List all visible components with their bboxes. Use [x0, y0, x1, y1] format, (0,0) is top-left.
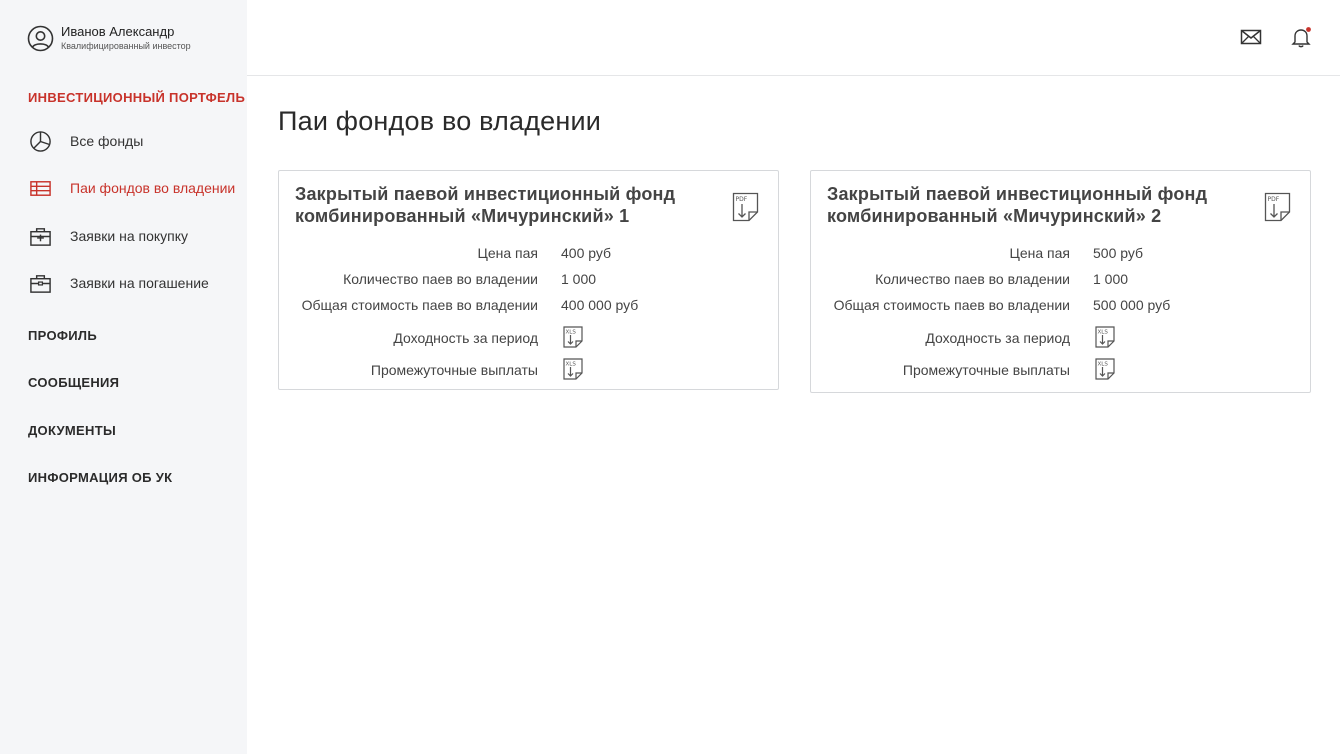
fund-card: Закрытый паевой инвестиционный фонд комб…: [810, 170, 1311, 393]
svg-text:PDF: PDF: [1268, 196, 1280, 203]
total-row: Общая стоимость паев во владении 400 000…: [279, 295, 778, 317]
sidebar-item-label: Заявки на погашение: [70, 275, 209, 291]
svg-text:XLS: XLS: [566, 330, 577, 336]
sidebar-item-all-funds[interactable]: Все фонды: [28, 128, 143, 154]
xls-download-icon[interactable]: XLS: [1095, 358, 1115, 380]
price-label: Цена пая: [1009, 245, 1071, 261]
yield-label: Доходность за период: [393, 330, 538, 346]
total-label: Общая стоимость паев во владении: [833, 297, 1070, 313]
sidebar: Иванов Александр Квалифицированный инвес…: [0, 0, 247, 754]
table-icon: [28, 176, 53, 201]
sidebar-item-redemption-requests[interactable]: Заявки на погашение: [28, 270, 209, 296]
user-role: Квалифицированный инвестор: [61, 41, 191, 51]
xls-download-icon[interactable]: XLS: [1095, 326, 1115, 348]
briefcase-plus-icon: [28, 224, 53, 249]
sidebar-item-owned-shares[interactable]: Паи фондов во владении: [28, 175, 235, 201]
total-label: Общая стоимость паев во владении: [301, 297, 538, 313]
sidebar-item-label: Заявки на покупку: [70, 228, 189, 244]
fund-card-title: Закрытый паевой инвестиционный фонд комб…: [295, 184, 676, 226]
total-value: 400 000 руб: [561, 297, 639, 313]
yield-row: Доходность за период XLS: [811, 326, 1310, 350]
section-investment-portfolio[interactable]: ИНВЕСТИЦИОННЫЙ ПОРТФЕЛЬ: [28, 90, 245, 105]
user-avatar-icon: [27, 25, 54, 52]
section-messages[interactable]: СООБЩЕНИЯ: [28, 375, 119, 390]
count-row: Количество паев во владении 1 000: [811, 269, 1310, 291]
price-value: 400 руб: [561, 245, 612, 261]
xls-download-icon[interactable]: XLS: [563, 326, 583, 348]
mail-icon[interactable]: [1240, 26, 1262, 48]
yield-row: Доходность за период XLS: [279, 326, 778, 350]
total-value: 500 000 руб: [1093, 297, 1171, 313]
payments-label: Промежуточные выплаты: [902, 362, 1070, 378]
section-profile[interactable]: ПРОФИЛЬ: [28, 328, 97, 343]
user-name: Иванов Александр: [61, 24, 175, 39]
user-block[interactable]: Иванов Александр Квалифицированный инвес…: [27, 24, 191, 52]
svg-text:XLS: XLS: [1098, 330, 1109, 336]
xls-download-icon[interactable]: XLS: [563, 358, 583, 380]
count-label: Количество паев во владении: [343, 271, 538, 287]
topbar: [247, 0, 1340, 76]
pdf-download-icon[interactable]: PDF: [1264, 192, 1291, 222]
price-row: Цена пая 400 руб: [279, 243, 778, 265]
page-title: Паи фондов во владении: [278, 106, 602, 136]
yield-label: Доходность за период: [925, 330, 1070, 346]
total-row: Общая стоимость паев во владении 500 000…: [811, 295, 1310, 317]
sidebar-item-purchase-requests[interactable]: Заявки на покупку: [28, 223, 188, 249]
pie-chart-icon: [28, 129, 53, 154]
sidebar-item-label: Все фонды: [70, 133, 144, 149]
count-row: Количество паев во владении 1 000: [279, 269, 778, 291]
pdf-download-icon[interactable]: PDF: [732, 192, 759, 222]
fund-card: Закрытый паевой инвестиционный фонд комб…: [278, 170, 779, 390]
svg-text:PDF: PDF: [736, 196, 748, 203]
sidebar-item-label: Паи фондов во владении: [70, 180, 236, 196]
payments-row: Промежуточные выплаты XLS: [811, 358, 1310, 382]
fund-card-title: Закрытый паевой инвестиционный фонд комб…: [827, 184, 1208, 226]
count-value: 1 000: [1093, 271, 1129, 287]
count-value: 1 000: [561, 271, 597, 287]
payments-label: Промежуточные выплаты: [370, 362, 538, 378]
briefcase-icon: [28, 271, 53, 296]
price-value: 500 руб: [1093, 245, 1144, 261]
count-label: Количество паев во владении: [875, 271, 1070, 287]
svg-text:XLS: XLS: [1098, 362, 1109, 368]
price-row: Цена пая 500 руб: [811, 243, 1310, 265]
section-documents[interactable]: ДОКУМЕНТЫ: [28, 423, 116, 438]
svg-text:XLS: XLS: [566, 362, 577, 368]
section-company-info[interactable]: ИНФОРМАЦИЯ ОБ УК: [28, 470, 172, 485]
bell-icon[interactable]: [1290, 26, 1312, 48]
payments-row: Промежуточные выплаты XLS: [279, 358, 778, 382]
price-label: Цена пая: [477, 245, 539, 261]
